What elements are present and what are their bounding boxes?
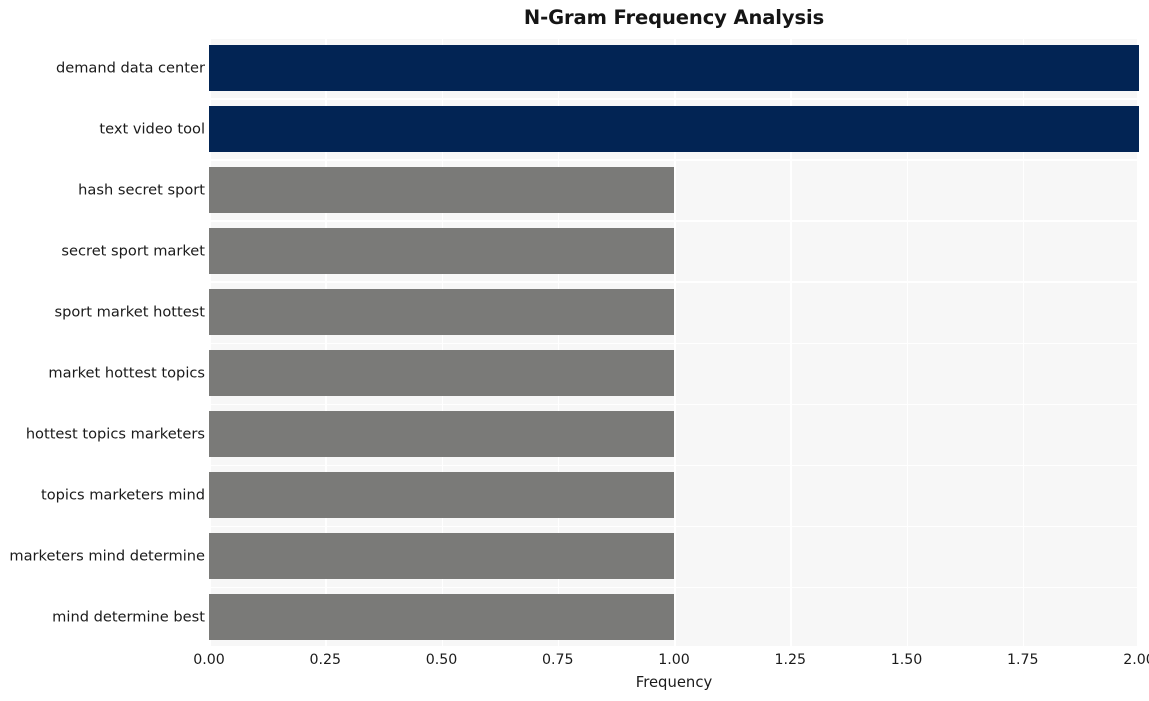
y-axis-tick-label: demand data center <box>55 59 205 77</box>
x-axis-tick-label: 0.50 <box>425 652 458 668</box>
bar <box>209 288 674 335</box>
x-axis-tick-labels: 0.00 0.25 0.50 0.75 1.00 1.25 1.50 1.75 2.00 <box>193 652 1149 674</box>
x-axis-tick-label: 0.25 <box>309 652 342 668</box>
plot-area <box>209 37 1139 648</box>
x-axis-tick-label: 2.00 <box>1123 652 1149 668</box>
y-axis-tick-label: market hottest topics <box>48 364 205 382</box>
x-axis-tick-label: 0.75 <box>541 652 574 668</box>
bar <box>209 594 674 641</box>
bar <box>209 350 674 397</box>
bar <box>209 44 1139 91</box>
bar <box>209 411 674 458</box>
y-axis-tick-labels: demand data center text video tool hash se… <box>0 37 205 648</box>
bar <box>209 105 1139 152</box>
y-axis-tick-label: sport market hottest <box>54 303 205 321</box>
y-axis-tick-label: mind determine best <box>52 608 205 626</box>
bar <box>209 533 674 580</box>
x-axis-tick-label: 1.25 <box>774 652 807 668</box>
y-axis-tick-label: hash secret sport <box>78 181 205 199</box>
y-axis-tick-label: topics marketers mind <box>40 486 205 504</box>
y-axis-tick-label: secret sport market <box>61 242 205 260</box>
x-axis-tick-label: 1.00 <box>658 652 690 668</box>
x-axis-tick-label: 1.50 <box>890 652 923 668</box>
x-axis-label: Frequency <box>635 674 713 691</box>
chart-figure: N-Gram Frequency Analysis demand data ce… <box>0 0 1149 701</box>
y-axis-tick-label: hottest topics marketers <box>25 425 205 443</box>
chart-title: N-Gram Frequency Analysis <box>523 6 825 29</box>
x-axis-tick-label: 1.75 <box>1006 652 1039 668</box>
y-axis-tick-label: marketers mind determine <box>9 547 205 565</box>
bar <box>209 227 674 274</box>
x-axis-tick-label: 0.00 <box>193 652 225 668</box>
y-axis-tick-label: text video tool <box>99 120 205 138</box>
bar <box>209 472 674 519</box>
bar <box>209 166 674 213</box>
